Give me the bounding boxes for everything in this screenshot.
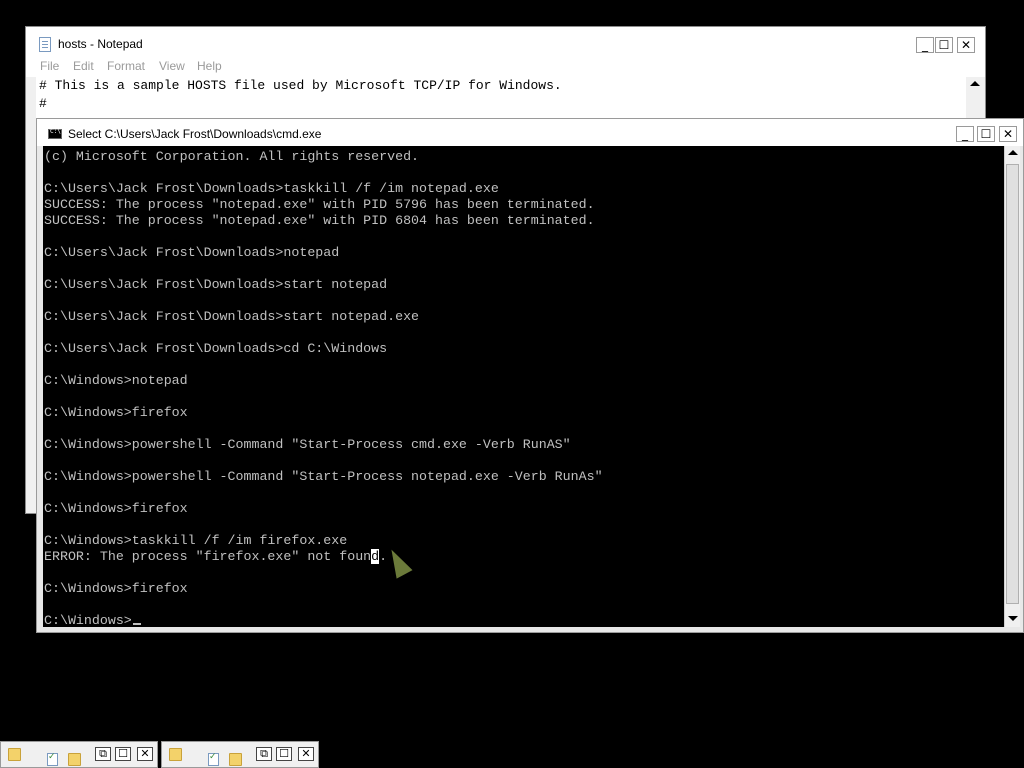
notepad-line: # This is a sample HOSTS file used by Mi… <box>39 78 562 93</box>
notepad-icon <box>47 752 58 766</box>
minimized-window[interactable]: ⧉ ☐ ✕ <box>161 741 319 768</box>
notepad-close-button[interactable]: ✕ <box>957 37 975 53</box>
close-button[interactable]: ✕ <box>137 747 153 761</box>
cmd-line <box>44 453 603 469</box>
maximize-button[interactable]: ☐ <box>276 747 292 761</box>
cmd-close-button[interactable]: ✕ <box>999 126 1017 142</box>
folder-icon <box>169 748 182 761</box>
cmd-line: C:\Users\Jack Frost\Downloads>notepad <box>44 245 340 260</box>
cmd-console[interactable]: (c) Microsoft Corporation. All rights re… <box>43 146 1004 627</box>
notepad-title: hosts - Notepad <box>58 37 143 51</box>
cmd-line <box>44 389 603 405</box>
notepad-app-icon <box>39 37 51 52</box>
cmd-line: C:\Users\Jack Frost\Downloads>start note… <box>44 277 388 292</box>
cmd-line <box>44 565 603 581</box>
close-button[interactable]: ✕ <box>298 747 314 761</box>
notepad-minimize-button[interactable]: _ <box>916 37 934 53</box>
folder-icon <box>229 753 242 766</box>
notepad-line: # <box>39 96 47 111</box>
text-selection[interactable]: d <box>371 549 380 564</box>
cmd-prompt: C:\Windows> <box>44 613 132 627</box>
scroll-up-arrow-icon[interactable] <box>970 81 980 86</box>
notepad-titlebar[interactable]: hosts - Notepad _ ☐ ✕ <box>26 27 985 57</box>
folder-icon <box>68 753 81 766</box>
menu-format[interactable]: Format <box>107 59 145 73</box>
notepad-menubar: File Edit Format View Help <box>26 57 985 77</box>
cmd-line <box>44 517 603 533</box>
cmd-line <box>44 357 603 373</box>
cmd-line <box>44 485 603 501</box>
menu-help[interactable]: Help <box>197 59 222 73</box>
cmd-titlebar[interactable]: Select C:\Users\Jack Frost\Downloads\cmd… <box>37 119 1023 146</box>
cmd-line: C:\Users\Jack Frost\Downloads>start note… <box>44 309 420 324</box>
cmd-line: C:\Windows>taskkill /f /im firefox.exe <box>44 533 348 548</box>
menu-view[interactable]: View <box>159 59 185 73</box>
cmd-scroll-thumb[interactable] <box>1006 164 1019 604</box>
notepad-icon <box>208 752 219 766</box>
cmd-line <box>44 597 603 613</box>
cmd-scrollbar[interactable] <box>1004 146 1020 627</box>
cmd-line: SUCCESS: The process "notepad.exe" with … <box>44 197 595 212</box>
restore-button[interactable]: ⧉ <box>95 747 111 761</box>
cmd-line <box>44 229 603 245</box>
cmd-line: C:\Windows>firefox <box>44 405 188 420</box>
cmd-line <box>44 261 603 277</box>
maximize-button[interactable]: ☐ <box>115 747 131 761</box>
restore-button[interactable]: ⧉ <box>256 747 272 761</box>
cmd-error-line: ERROR: The process "firefox.exe" not fou… <box>44 549 603 565</box>
cmd-line: C:\Users\Jack Frost\Downloads>cd C:\Wind… <box>44 341 388 356</box>
folder-icon <box>8 748 21 761</box>
cmd-line <box>44 165 603 181</box>
scroll-up-arrow-icon[interactable] <box>1008 150 1018 155</box>
cmd-line: C:\Windows>powershell -Command "Start-Pr… <box>44 469 603 484</box>
menu-file[interactable]: File <box>40 59 59 73</box>
cmd-line <box>44 325 603 341</box>
scroll-down-arrow-icon[interactable] <box>1008 616 1018 621</box>
error-text: ERROR: The process "firefox.exe" not fou… <box>44 549 372 564</box>
cmd-window[interactable]: Select C:\Users\Jack Frost\Downloads\cmd… <box>36 118 1024 633</box>
cmd-prompt-line[interactable]: C:\Windows> <box>44 613 603 627</box>
cmd-line: C:\Windows>firefox <box>44 581 188 596</box>
cmd-title: Select C:\Users\Jack Frost\Downloads\cmd… <box>68 127 322 141</box>
cmd-output: (c) Microsoft Corporation. All rights re… <box>44 149 603 627</box>
cmd-line <box>44 421 603 437</box>
notepad-maximize-button[interactable]: ☐ <box>935 37 953 53</box>
text-cursor <box>132 623 141 625</box>
cmd-app-icon <box>48 128 62 139</box>
cmd-line: (c) Microsoft Corporation. All rights re… <box>44 149 420 164</box>
minimized-window[interactable]: ⧉ ☐ ✕ <box>0 741 158 768</box>
cmd-line: C:\Windows>powershell -Command "Start-Pr… <box>44 437 571 452</box>
cmd-line <box>44 293 603 309</box>
cmd-line: C:\Windows>notepad <box>44 373 188 388</box>
cmd-minimize-button[interactable]: _ <box>956 126 974 142</box>
menu-edit[interactable]: Edit <box>73 59 94 73</box>
cmd-line: C:\Users\Jack Frost\Downloads>taskkill /… <box>44 181 499 196</box>
cmd-line: SUCCESS: The process "notepad.exe" with … <box>44 213 595 228</box>
cmd-maximize-button[interactable]: ☐ <box>977 126 995 142</box>
cmd-line: C:\Windows>firefox <box>44 501 188 516</box>
